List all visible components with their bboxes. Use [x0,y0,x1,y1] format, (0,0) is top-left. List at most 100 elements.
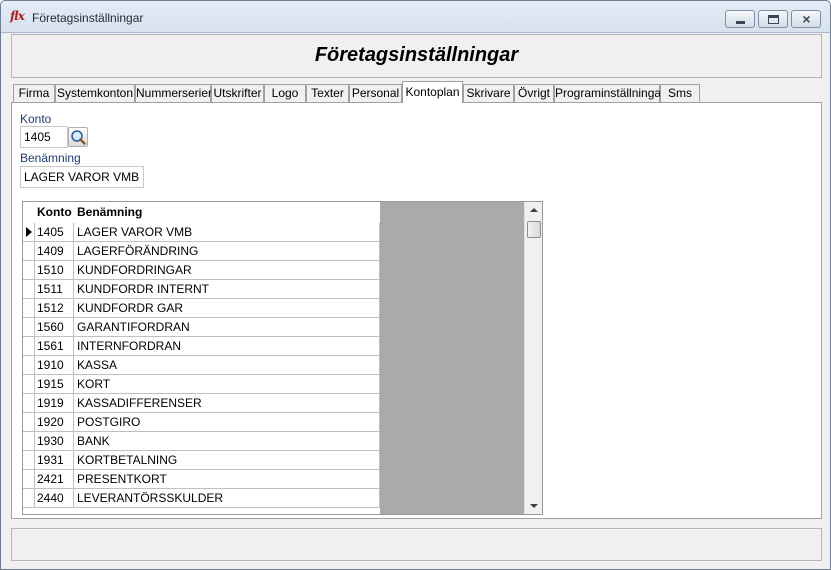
cell-konto[interactable]: 1910 [35,356,74,375]
row-header[interactable] [23,337,35,356]
cell-benamning[interactable]: KUNDFORDRINGAR [74,261,380,280]
page-title: Företagsinställningar [314,44,519,66]
table-row[interactable]: 1409 LAGERFÖRÄNDRING [23,242,380,261]
cell-konto[interactable]: 1512 [35,299,74,318]
table-row[interactable]: 1931 KORTBETALNING [23,451,380,470]
cell-benamning[interactable]: POSTGIRO [74,413,380,432]
cell-benamning[interactable]: KASSADIFFERENSER [74,394,380,413]
cell-benamning[interactable]: LEVERANTÖRSSKULDER [74,489,380,508]
column-header-konto[interactable]: Konto [35,202,74,222]
cell-benamning[interactable]: KASSA [74,356,380,375]
tab-texter[interactable]: Texter [306,84,349,103]
cell-konto[interactable]: 1561 [35,337,74,356]
column-header-benamning[interactable]: Benämning [74,202,380,222]
cell-benamning[interactable]: KUNDFORDR GAR [74,299,380,318]
benamning-label: Benämning [20,151,81,165]
scroll-down-arrow-icon[interactable] [530,504,538,508]
row-header[interactable] [23,356,35,375]
grid-empty-area [380,202,524,514]
row-header[interactable] [23,242,35,261]
cell-konto[interactable]: 1930 [35,432,74,451]
current-row-arrow-icon [26,227,32,237]
cell-konto[interactable]: 1510 [35,261,74,280]
benamning-field[interactable]: LAGER VAROR VMB [20,166,144,188]
cell-konto[interactable]: 2421 [35,470,74,489]
row-header[interactable] [23,432,35,451]
tab-skrivare[interactable]: Skrivare [463,84,514,103]
scroll-up-arrow-icon[interactable] [530,208,538,212]
row-header[interactable] [23,470,35,489]
row-header[interactable] [23,299,35,318]
table-row[interactable]: 1910 KASSA [23,356,380,375]
close-button[interactable]: × [791,10,821,28]
cell-benamning[interactable]: LAGERFÖRÄNDRING [74,242,380,261]
table-row[interactable]: 1512 KUNDFORDR GAR [23,299,380,318]
minimize-icon [736,21,745,24]
table-row[interactable]: 2421 PRESENTKORT [23,470,380,489]
konto-field[interactable]: 1405 [20,126,68,148]
window-title: Företagsinställningar [32,11,144,25]
table-row[interactable]: 2440 LEVERANTÖRSSKULDER [23,489,380,508]
tab-kontoplan[interactable]: Kontoplan [402,81,463,103]
cell-konto[interactable]: 1511 [35,280,74,299]
tab-logo[interactable]: Logo [264,84,306,103]
row-header[interactable] [23,413,35,432]
title-bar[interactable]: flx Företagsinställningar × [1,1,830,33]
cell-benamning[interactable]: KORTBETALNING [74,451,380,470]
cell-konto[interactable]: 1560 [35,318,74,337]
cell-konto[interactable]: 1409 [35,242,74,261]
table-row[interactable]: 1405 LAGER VAROR VMB [23,223,380,242]
row-header[interactable] [23,223,35,242]
maximize-icon [768,15,779,24]
row-header[interactable] [23,261,35,280]
grid-header-row: Konto Benämning [23,202,380,222]
status-bar [11,528,822,561]
cell-benamning[interactable]: GARANTIFORDRAN [74,318,380,337]
header-panel: Företagsinställningar [11,34,822,78]
row-header[interactable] [23,394,35,413]
cell-konto[interactable]: 1920 [35,413,74,432]
konto-label: Konto [20,112,52,126]
vertical-scrollbar[interactable] [524,202,542,514]
tab-programinstallningar[interactable]: Programinställningar [554,84,665,103]
table-row[interactable]: 1560 GARANTIFORDRAN [23,318,380,337]
cell-konto[interactable]: 2440 [35,489,74,508]
cell-benamning[interactable]: BANK [74,432,380,451]
cell-konto[interactable]: 1915 [35,375,74,394]
tab-ovrigt[interactable]: Övrigt [514,84,554,103]
table-row[interactable]: 1919 KASSADIFFERENSER [23,394,380,413]
table-row[interactable]: 1510 KUNDFORDRINGAR [23,261,380,280]
konto-search-button[interactable] [68,127,88,147]
table-row[interactable]: 1511 KUNDFORDR INTERNT [23,280,380,299]
table-row[interactable]: 1930 BANK [23,432,380,451]
settings-window: flx Företagsinställningar × Företagsinst… [0,0,831,570]
row-header[interactable] [23,375,35,394]
table-row[interactable]: 1915 KORT [23,375,380,394]
cell-benamning[interactable]: KUNDFORDR INTERNT [74,280,380,299]
table-row[interactable]: 1561 INTERNFORDRAN [23,337,380,356]
table-row[interactable]: 1920 POSTGIRO [23,413,380,432]
cell-konto[interactable]: 1405 [35,223,74,242]
app-logo-icon: flx [10,9,25,23]
row-header[interactable] [23,280,35,299]
cell-benamning[interactable]: PRESENTKORT [74,470,380,489]
tab-systemkonton[interactable]: Systemkonton [55,84,135,103]
minimize-button[interactable] [725,10,755,28]
cell-benamning[interactable]: KORT [74,375,380,394]
cell-konto[interactable]: 1919 [35,394,74,413]
row-header[interactable] [23,451,35,470]
close-icon: × [802,11,811,27]
row-header[interactable] [23,489,35,508]
row-header[interactable] [23,318,35,337]
kontoplan-grid[interactable]: Konto Benämning 1405 LAGER VAROR VMB 1409 L… [22,201,543,515]
scroll-thumb[interactable] [527,221,541,238]
maximize-button[interactable] [758,10,788,28]
cell-benamning[interactable]: LAGER VAROR VMB [74,223,380,242]
tab-nummerserier[interactable]: Nummerserier [135,84,212,103]
tab-sms[interactable]: Sms [660,84,700,103]
cell-konto[interactable]: 1931 [35,451,74,470]
tab-personal[interactable]: Personal [349,84,402,103]
tab-firma[interactable]: Firma [13,84,55,103]
cell-benamning[interactable]: INTERNFORDRAN [74,337,380,356]
tab-utskrifter[interactable]: Utskrifter [211,84,264,103]
